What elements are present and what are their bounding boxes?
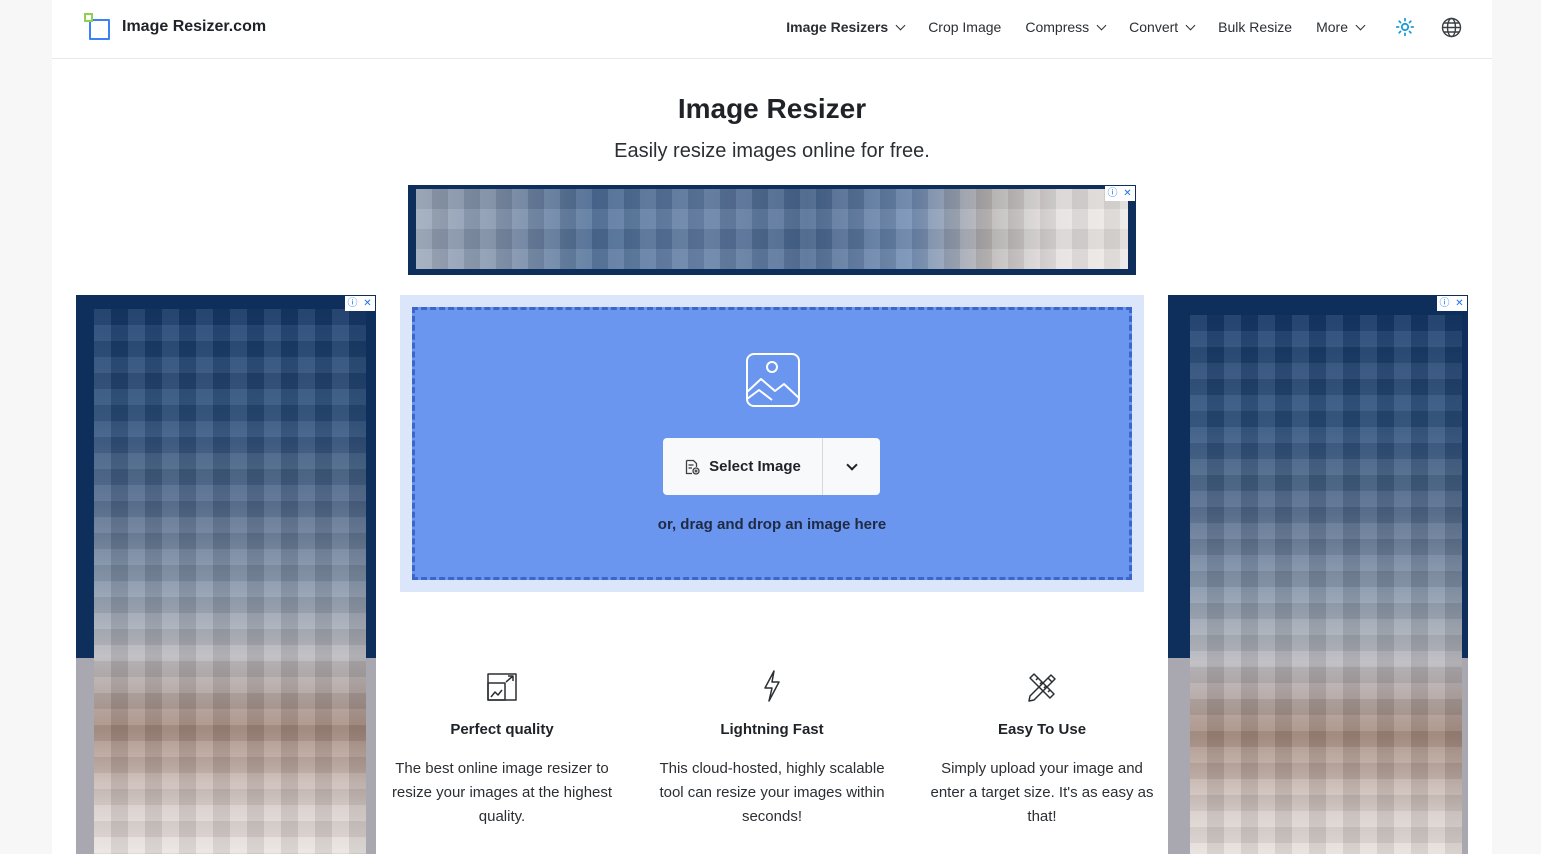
- ad-image: [416, 189, 1128, 269]
- site-header: Image Resizer.com Image Resizers Crop Im…: [52, 0, 1492, 59]
- nav-label: Crop Image: [928, 19, 1002, 35]
- logo-icon: [84, 13, 112, 41]
- ad-choices[interactable]: ⓘ ✕: [1437, 296, 1467, 311]
- feature-perfect-quality: Perfect quality The best online image re…: [382, 668, 622, 829]
- nav-label: More: [1316, 19, 1348, 35]
- feature-easy-to-use: Easy To Use Simply upload your image and…: [922, 668, 1162, 829]
- info-icon[interactable]: ⓘ: [1105, 186, 1120, 201]
- feature-title: Easy To Use: [997, 721, 1087, 738]
- nav-label: Convert: [1129, 19, 1179, 35]
- ad-image: [1190, 315, 1462, 854]
- site-name: Image Resizer.com: [122, 18, 267, 35]
- info-icon[interactable]: ⓘ: [345, 296, 360, 311]
- globe-icon[interactable]: [1440, 16, 1462, 38]
- feature-description: Simply upload your image and enter a tar…: [930, 760, 1154, 825]
- nav-bulk-resize[interactable]: Bulk Resize: [1218, 19, 1292, 35]
- info-icon[interactable]: ⓘ: [1437, 296, 1452, 311]
- select-source-dropdown[interactable]: [823, 438, 880, 495]
- close-icon[interactable]: ✕: [1452, 296, 1467, 311]
- image-placeholder-icon: [745, 352, 801, 408]
- chevron-down-icon: [1355, 20, 1366, 30]
- feature-description: This cloud-hosted, highly scalable tool …: [659, 760, 885, 825]
- feature-description: The best online image resizer to resize …: [391, 760, 613, 825]
- drag-drop-hint: or, drag and drop an image here: [657, 516, 887, 533]
- drop-zone[interactable]: Select Image or, drag and drop an image …: [412, 307, 1132, 580]
- chevron-down-icon: [1185, 20, 1196, 30]
- pencil-ruler-icon: [922, 668, 1162, 704]
- upload-panel: Select Image or, drag and drop an image …: [400, 295, 1144, 592]
- nav-label: Bulk Resize: [1218, 19, 1293, 35]
- ad-banner-top[interactable]: ⓘ ✕: [408, 185, 1136, 275]
- select-image-group: Select Image: [663, 438, 880, 495]
- ad-image: [94, 309, 366, 854]
- main-nav: Image Resizers Crop Image Compress Conve…: [762, 14, 1462, 40]
- nav-label: Image Resizers: [786, 19, 889, 35]
- feature-lightning-fast: Lightning Fast This cloud-hosted, highly…: [652, 668, 892, 829]
- close-icon[interactable]: ✕: [360, 296, 375, 311]
- select-image-label: Select Image: [709, 458, 801, 475]
- feature-title: Lightning Fast: [720, 721, 824, 738]
- ad-sidebar-right[interactable]: ⓘ ✕: [1168, 295, 1468, 854]
- resize-frame-icon: [382, 668, 622, 704]
- nav-convert[interactable]: Convert: [1129, 19, 1196, 35]
- close-icon[interactable]: ✕: [1120, 186, 1135, 201]
- lightning-icon: [652, 668, 892, 704]
- nav-compress[interactable]: Compress: [1025, 19, 1107, 35]
- ad-choices[interactable]: ⓘ ✕: [345, 296, 375, 311]
- chevron-down-icon: [845, 458, 858, 471]
- page-subtitle: Easily resize images online for free.: [614, 140, 930, 162]
- ad-choices[interactable]: ⓘ ✕: [1105, 186, 1135, 201]
- select-image-button[interactable]: Select Image: [663, 438, 823, 495]
- sun-icon[interactable]: [1394, 16, 1416, 38]
- ad-sidebar-left[interactable]: ⓘ ✕: [76, 295, 376, 854]
- file-add-icon: [684, 459, 700, 475]
- chevron-down-icon: [895, 20, 906, 30]
- chevron-down-icon: [1096, 20, 1107, 30]
- nav-crop-image[interactable]: Crop Image: [928, 19, 1001, 35]
- page: Image Resizer.com Image Resizers Crop Im…: [52, 0, 1492, 854]
- nav-image-resizers[interactable]: Image Resizers: [786, 19, 906, 35]
- nav-label: Compress: [1025, 19, 1090, 35]
- feature-title: Perfect quality: [450, 721, 554, 738]
- page-title: Image Resizer: [677, 93, 867, 124]
- site-logo[interactable]: Image Resizer.com: [84, 13, 266, 41]
- nav-more[interactable]: More: [1316, 19, 1366, 35]
